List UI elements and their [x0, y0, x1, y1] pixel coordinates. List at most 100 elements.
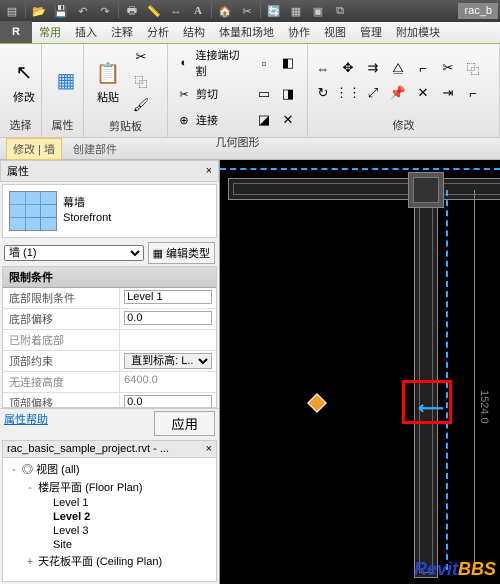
cope-button[interactable]: ◐连接端切割▫◧: [172, 46, 303, 80]
wall-corner[interactable]: [408, 172, 444, 208]
close-icon[interactable]: ×: [206, 165, 212, 177]
cope-icon: ◐: [176, 55, 192, 71]
tab-home[interactable]: 常用: [32, 21, 68, 43]
close-hidden-icon[interactable]: ▣: [308, 2, 328, 20]
scale-button[interactable]: ⤢: [362, 82, 384, 104]
base-offset-input[interactable]: [124, 311, 212, 325]
rotate-button[interactable]: ↻: [312, 82, 334, 104]
copy-geom-button[interactable]: ⿻: [462, 57, 484, 79]
measure-icon[interactable]: 📏: [144, 2, 164, 20]
edit-type-icon: ▦: [153, 247, 163, 260]
top-constraint-select[interactable]: 直到标高: L...: [124, 353, 212, 369]
delete-button[interactable]: ✕: [412, 82, 434, 104]
align-button[interactable]: ⇔: [312, 57, 334, 79]
3d-view-icon[interactable]: 🏠: [215, 2, 235, 20]
cut-opt1[interactable]: ▭: [253, 83, 275, 105]
cut-opt2[interactable]: ◨: [277, 83, 299, 105]
tab-addins[interactable]: 附加模块: [389, 21, 447, 43]
dimension-value[interactable]: 1524.0: [478, 390, 490, 424]
tab-structure[interactable]: 结构: [176, 21, 212, 43]
browser-title: rac_basic_sample_project.rvt - ...×: [3, 441, 216, 458]
properties-help-link[interactable]: 属性帮助: [4, 411, 48, 436]
wall-horizontal[interactable]: [228, 178, 500, 200]
tree-node-ceilingplans[interactable]: + 天花板平面 (Ceiling Plan): [5, 552, 214, 570]
document-name: rac_b: [458, 3, 498, 19]
app-menu-icon[interactable]: ▤: [2, 2, 22, 20]
corner-button[interactable]: ⌐: [462, 82, 484, 104]
mirror-button[interactable]: ⧋: [387, 57, 409, 79]
match-button[interactable]: 🖌: [130, 94, 152, 116]
tree-node-floorplans[interactable]: - 楼层平面 (Floor Plan): [5, 478, 214, 496]
copy-icon: ⿻: [134, 72, 147, 91]
close-icon[interactable]: ×: [206, 443, 212, 455]
cursor-icon: ↖: [8, 57, 40, 89]
modify-tool-button[interactable]: ↖修改: [4, 55, 44, 107]
cope-opt2[interactable]: ◧: [277, 52, 299, 74]
app-button[interactable]: R: [0, 21, 32, 43]
tree-node-level3[interactable]: Level 3: [5, 524, 214, 538]
panel-modify-label: 修改: [312, 115, 495, 135]
prop-row: 无连接高度6400.0: [3, 372, 216, 393]
tab-annotate[interactable]: 注释: [104, 21, 140, 43]
move-button[interactable]: ✥: [337, 57, 359, 79]
tree-node-level1[interactable]: Level 1: [5, 496, 214, 510]
offset-button[interactable]: ⇉: [362, 57, 384, 79]
tab-manage[interactable]: 管理: [353, 21, 389, 43]
base-constraint-input[interactable]: [124, 290, 212, 304]
tab-massing[interactable]: 体量和场地: [212, 21, 281, 43]
switch-window-icon[interactable]: ⧉: [330, 2, 350, 20]
section-icon[interactable]: ✂: [237, 2, 257, 20]
top-offset-input[interactable]: [124, 395, 212, 408]
copy-button[interactable]: ⿻: [130, 70, 152, 92]
sync-icon[interactable]: 🔄: [264, 2, 284, 20]
drag-arrow-icon[interactable]: ⟵: [418, 398, 444, 419]
text-icon[interactable]: A: [188, 2, 208, 20]
pin-button[interactable]: 📌: [387, 82, 409, 104]
cope-opt1[interactable]: ▫: [253, 52, 275, 74]
project-browser: rac_basic_sample_project.rvt - ...× - ◎ …: [2, 440, 217, 582]
tab-insert[interactable]: 插入: [68, 21, 104, 43]
save-icon[interactable]: 💾: [51, 2, 71, 20]
array-button[interactable]: ⋮⋮: [337, 82, 359, 104]
dimension-icon[interactable]: ↔: [166, 2, 186, 20]
drawing-canvas[interactable]: 1524.0 ⟵ RevitBBS: [220, 160, 500, 584]
apply-button[interactable]: 应用: [154, 411, 215, 436]
options-create-assembly[interactable]: 创建部件: [66, 138, 124, 160]
join-button[interactable]: ⊕连接◪✕: [172, 108, 303, 132]
collapse-icon[interactable]: -: [25, 482, 35, 494]
tab-analyze[interactable]: 分析: [140, 21, 176, 43]
trim-button[interactable]: ⌐: [412, 57, 434, 79]
cut-button[interactable]: ✂: [130, 46, 152, 68]
tree-node-views[interactable]: - ◎ 视图 (all): [5, 460, 214, 478]
prop-row: 已附着底部: [3, 330, 216, 351]
edit-type-button[interactable]: ▦编辑类型: [148, 242, 215, 264]
collapse-icon[interactable]: -: [9, 464, 19, 476]
extend-button[interactable]: ⇥: [437, 82, 459, 104]
join-opt1[interactable]: ◪: [253, 109, 275, 131]
cut-geom-button[interactable]: ✂剪切▭◨: [172, 82, 303, 106]
panel-clipboard-label: 剪贴板: [88, 116, 163, 136]
wall-vertical[interactable]: [414, 178, 438, 578]
properties-grid: 限制条件 底部限制条件 底部偏移 已附着底部 顶部约束直到标高: L... 无连…: [2, 266, 217, 408]
redo-icon[interactable]: ↷: [95, 2, 115, 20]
tab-collaborate[interactable]: 协作: [281, 21, 317, 43]
tab-view[interactable]: 视图: [317, 21, 353, 43]
paste-button[interactable]: 📋粘贴: [88, 55, 128, 107]
options-context[interactable]: 修改 | 墙: [6, 138, 62, 160]
tree-node-level2[interactable]: Level 2: [5, 510, 214, 524]
cut-geom-icon: ✂: [176, 86, 192, 102]
tree-node-site[interactable]: Site: [5, 538, 214, 552]
instance-filter-select[interactable]: 墙 (1): [4, 245, 144, 261]
split-button[interactable]: ✂: [437, 57, 459, 79]
prop-row: 底部偏移: [3, 309, 216, 330]
flip-control-icon[interactable]: [307, 393, 327, 413]
open-icon[interactable]: 📂: [29, 2, 49, 20]
print-icon[interactable]: 🖶: [122, 2, 142, 20]
expand-icon[interactable]: +: [25, 556, 35, 568]
type-selector[interactable]: 幕墙 Storefront: [2, 184, 217, 238]
watermark: RevitBBS: [414, 559, 496, 580]
join-opt2[interactable]: ✕: [277, 109, 299, 131]
properties-button[interactable]: ▦: [46, 63, 86, 99]
undo-icon[interactable]: ↶: [73, 2, 93, 20]
sheet-icon[interactable]: ▦: [286, 2, 306, 20]
